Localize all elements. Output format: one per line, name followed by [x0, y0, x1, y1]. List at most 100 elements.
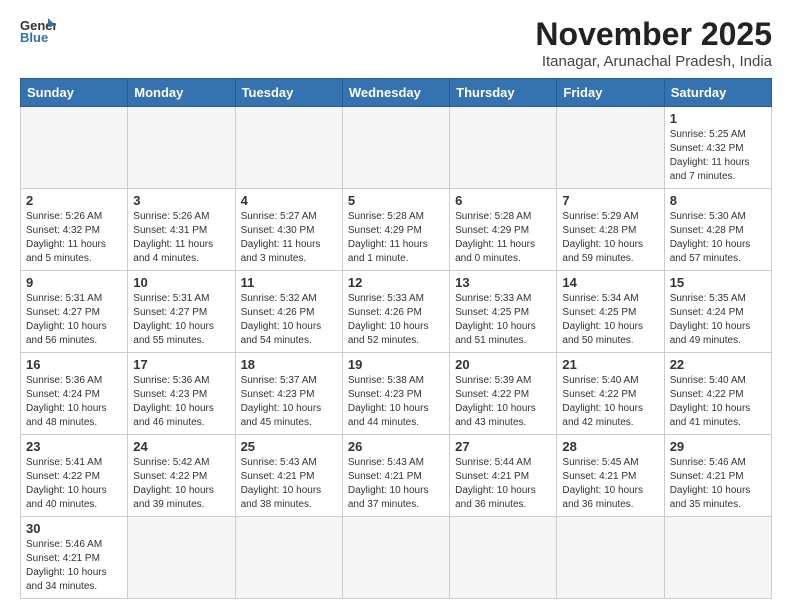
calendar-week-row: 16Sunrise: 5:36 AM Sunset: 4:24 PM Dayli… [21, 353, 772, 435]
weekday-header-wednesday: Wednesday [342, 79, 449, 107]
calendar-cell [128, 517, 235, 599]
day-info: Sunrise: 5:44 AM Sunset: 4:21 PM Dayligh… [455, 456, 551, 512]
day-info: Sunrise: 5:26 AM Sunset: 4:32 PM Dayligh… [26, 210, 122, 266]
day-number: 13 [455, 275, 551, 290]
day-number: 18 [241, 357, 337, 372]
calendar-cell: 21Sunrise: 5:40 AM Sunset: 4:22 PM Dayli… [557, 353, 664, 435]
calendar-cell: 19 Sunrise: 5:38 AM Sunset: 4:23 PM Dayli… [342, 353, 449, 435]
day-number: 5 [348, 193, 444, 208]
month-year-title: November 2025 [535, 16, 772, 53]
title-block: November 2025 Itanagar, Arunachal Prades… [535, 16, 772, 70]
calendar-cell [557, 107, 664, 189]
day-number: 7 [562, 193, 658, 208]
day-info: Sunrise: 5:35 AM Sunset: 4:24 PM Dayligh… [670, 292, 766, 348]
svg-text:Blue: Blue [20, 30, 48, 44]
calendar-table: SundayMondayTuesdayWednesdayThursdayFrid… [20, 78, 772, 599]
day-info: Sunrise: 5:39 AM Sunset: 4:22 PM Dayligh… [455, 374, 551, 430]
calendar-cell [450, 107, 557, 189]
day-info: Sunrise: 5:40 AM Sunset: 4:22 PM Dayligh… [670, 374, 766, 430]
day-number: 2 [26, 193, 122, 208]
calendar-cell: 24 Sunrise: 5:42 AM Sunset: 4:22 PM Dayli… [128, 435, 235, 517]
day-number: 14 [562, 275, 658, 290]
day-info: Sunrise: 5:30 AM Sunset: 4:28 PM Dayligh… [670, 210, 766, 266]
day-info: Sunrise: 5:38 AM Sunset: 4:23 PM Dayligh… [348, 374, 444, 430]
calendar-cell: 1 Sunrise: 5:25 AM Sunset: 4:32 PM Daylig… [664, 107, 771, 189]
weekday-header-sunday: Sunday [21, 79, 128, 107]
calendar-cell: 22 Sunrise: 5:40 AM Sunset: 4:22 PM Dayli… [664, 353, 771, 435]
calendar-cell: 3Sunrise: 5:26 AM Sunset: 4:31 PM Daylig… [128, 189, 235, 271]
day-info: Sunrise: 5:28 AM Sunset: 4:29 PM Dayligh… [455, 210, 551, 266]
calendar-week-row: 23 Sunrise: 5:41 AM Sunset: 4:22 PM Dayli… [21, 435, 772, 517]
day-number: 26 [348, 439, 444, 454]
calendar-cell: 17 Sunrise: 5:36 AM Sunset: 4:23 PM Dayli… [128, 353, 235, 435]
location-subtitle: Itanagar, Arunachal Pradesh, India [535, 53, 772, 70]
calendar-cell: 5Sunrise: 5:28 AM Sunset: 4:29 PM Daylig… [342, 189, 449, 271]
calendar-cell: 23 Sunrise: 5:41 AM Sunset: 4:22 PM Dayli… [21, 435, 128, 517]
day-info: Sunrise: 5:46 AM Sunset: 4:21 PM Dayligh… [670, 456, 766, 512]
calendar-cell: 30 Sunrise: 5:46 AM Sunset: 4:21 PM Dayli… [21, 517, 128, 599]
day-info: Sunrise: 5:34 AM Sunset: 4:25 PM Dayligh… [562, 292, 658, 348]
day-number: 4 [241, 193, 337, 208]
weekday-header-tuesday: Tuesday [235, 79, 342, 107]
calendar-week-row: 30 Sunrise: 5:46 AM Sunset: 4:21 PM Dayli… [21, 517, 772, 599]
day-info: Sunrise: 5:36 AM Sunset: 4:24 PM Dayligh… [26, 374, 122, 430]
day-info: Sunrise: 5:42 AM Sunset: 4:22 PM Dayligh… [133, 456, 229, 512]
weekday-header-friday: Friday [557, 79, 664, 107]
day-info: Sunrise: 5:31 AM Sunset: 4:27 PM Dayligh… [26, 292, 122, 348]
calendar-cell: 13Sunrise: 5:33 AM Sunset: 4:25 PM Dayli… [450, 271, 557, 353]
weekday-header-monday: Monday [128, 79, 235, 107]
calendar-cell [235, 517, 342, 599]
day-number: 10 [133, 275, 229, 290]
calendar-cell: 26Sunrise: 5:43 AM Sunset: 4:21 PM Dayli… [342, 435, 449, 517]
calendar-cell [128, 107, 235, 189]
day-number: 30 [26, 521, 122, 536]
calendar-cell: 6 Sunrise: 5:28 AM Sunset: 4:29 PM Daylig… [450, 189, 557, 271]
weekday-header-thursday: Thursday [450, 79, 557, 107]
calendar-cell [342, 107, 449, 189]
day-number: 24 [133, 439, 229, 454]
day-info: Sunrise: 5:31 AM Sunset: 4:27 PM Dayligh… [133, 292, 229, 348]
day-number: 6 [455, 193, 551, 208]
day-number: 20 [455, 357, 551, 372]
day-info: Sunrise: 5:36 AM Sunset: 4:23 PM Dayligh… [133, 374, 229, 430]
day-number: 22 [670, 357, 766, 372]
day-number: 17 [133, 357, 229, 372]
day-number: 23 [26, 439, 122, 454]
day-info: Sunrise: 5:32 AM Sunset: 4:26 PM Dayligh… [241, 292, 337, 348]
day-info: Sunrise: 5:43 AM Sunset: 4:21 PM Dayligh… [241, 456, 337, 512]
calendar-cell: 7Sunrise: 5:29 AM Sunset: 4:28 PM Daylig… [557, 189, 664, 271]
day-number: 12 [348, 275, 444, 290]
calendar-cell: 14 Sunrise: 5:34 AM Sunset: 4:25 PM Dayli… [557, 271, 664, 353]
calendar-cell: 15 Sunrise: 5:35 AM Sunset: 4:24 PM Dayli… [664, 271, 771, 353]
day-number: 29 [670, 439, 766, 454]
day-number: 9 [26, 275, 122, 290]
day-info: Sunrise: 5:46 AM Sunset: 4:21 PM Dayligh… [26, 538, 122, 594]
calendar-cell: 10 Sunrise: 5:31 AM Sunset: 4:27 PM Dayli… [128, 271, 235, 353]
calendar-cell: 27 Sunrise: 5:44 AM Sunset: 4:21 PM Dayli… [450, 435, 557, 517]
day-number: 25 [241, 439, 337, 454]
calendar-cell: 29 Sunrise: 5:46 AM Sunset: 4:21 PM Dayli… [664, 435, 771, 517]
weekday-header-row: SundayMondayTuesdayWednesdayThursdayFrid… [21, 79, 772, 107]
calendar-cell: 28Sunrise: 5:45 AM Sunset: 4:21 PM Dayli… [557, 435, 664, 517]
weekday-header-saturday: Saturday [664, 79, 771, 107]
day-number: 1 [670, 111, 766, 126]
day-number: 21 [562, 357, 658, 372]
day-number: 19 [348, 357, 444, 372]
calendar-cell: 18 Sunrise: 5:37 AM Sunset: 4:23 PM Dayli… [235, 353, 342, 435]
day-number: 8 [670, 193, 766, 208]
day-info: Sunrise: 5:41 AM Sunset: 4:22 PM Dayligh… [26, 456, 122, 512]
calendar-cell: 4Sunrise: 5:27 AM Sunset: 4:30 PM Daylig… [235, 189, 342, 271]
calendar-cell: 9 Sunrise: 5:31 AM Sunset: 4:27 PM Daylig… [21, 271, 128, 353]
day-info: Sunrise: 5:37 AM Sunset: 4:23 PM Dayligh… [241, 374, 337, 430]
day-number: 27 [455, 439, 551, 454]
calendar-cell [557, 517, 664, 599]
day-number: 28 [562, 439, 658, 454]
day-info: Sunrise: 5:25 AM Sunset: 4:32 PM Dayligh… [670, 128, 766, 184]
day-info: Sunrise: 5:33 AM Sunset: 4:26 PM Dayligh… [348, 292, 444, 348]
calendar-cell: 20 Sunrise: 5:39 AM Sunset: 4:22 PM Dayli… [450, 353, 557, 435]
calendar-cell [450, 517, 557, 599]
calendar-cell: 2 Sunrise: 5:26 AM Sunset: 4:32 PM Daylig… [21, 189, 128, 271]
calendar-cell [342, 517, 449, 599]
day-number: 11 [241, 275, 337, 290]
day-number: 15 [670, 275, 766, 290]
